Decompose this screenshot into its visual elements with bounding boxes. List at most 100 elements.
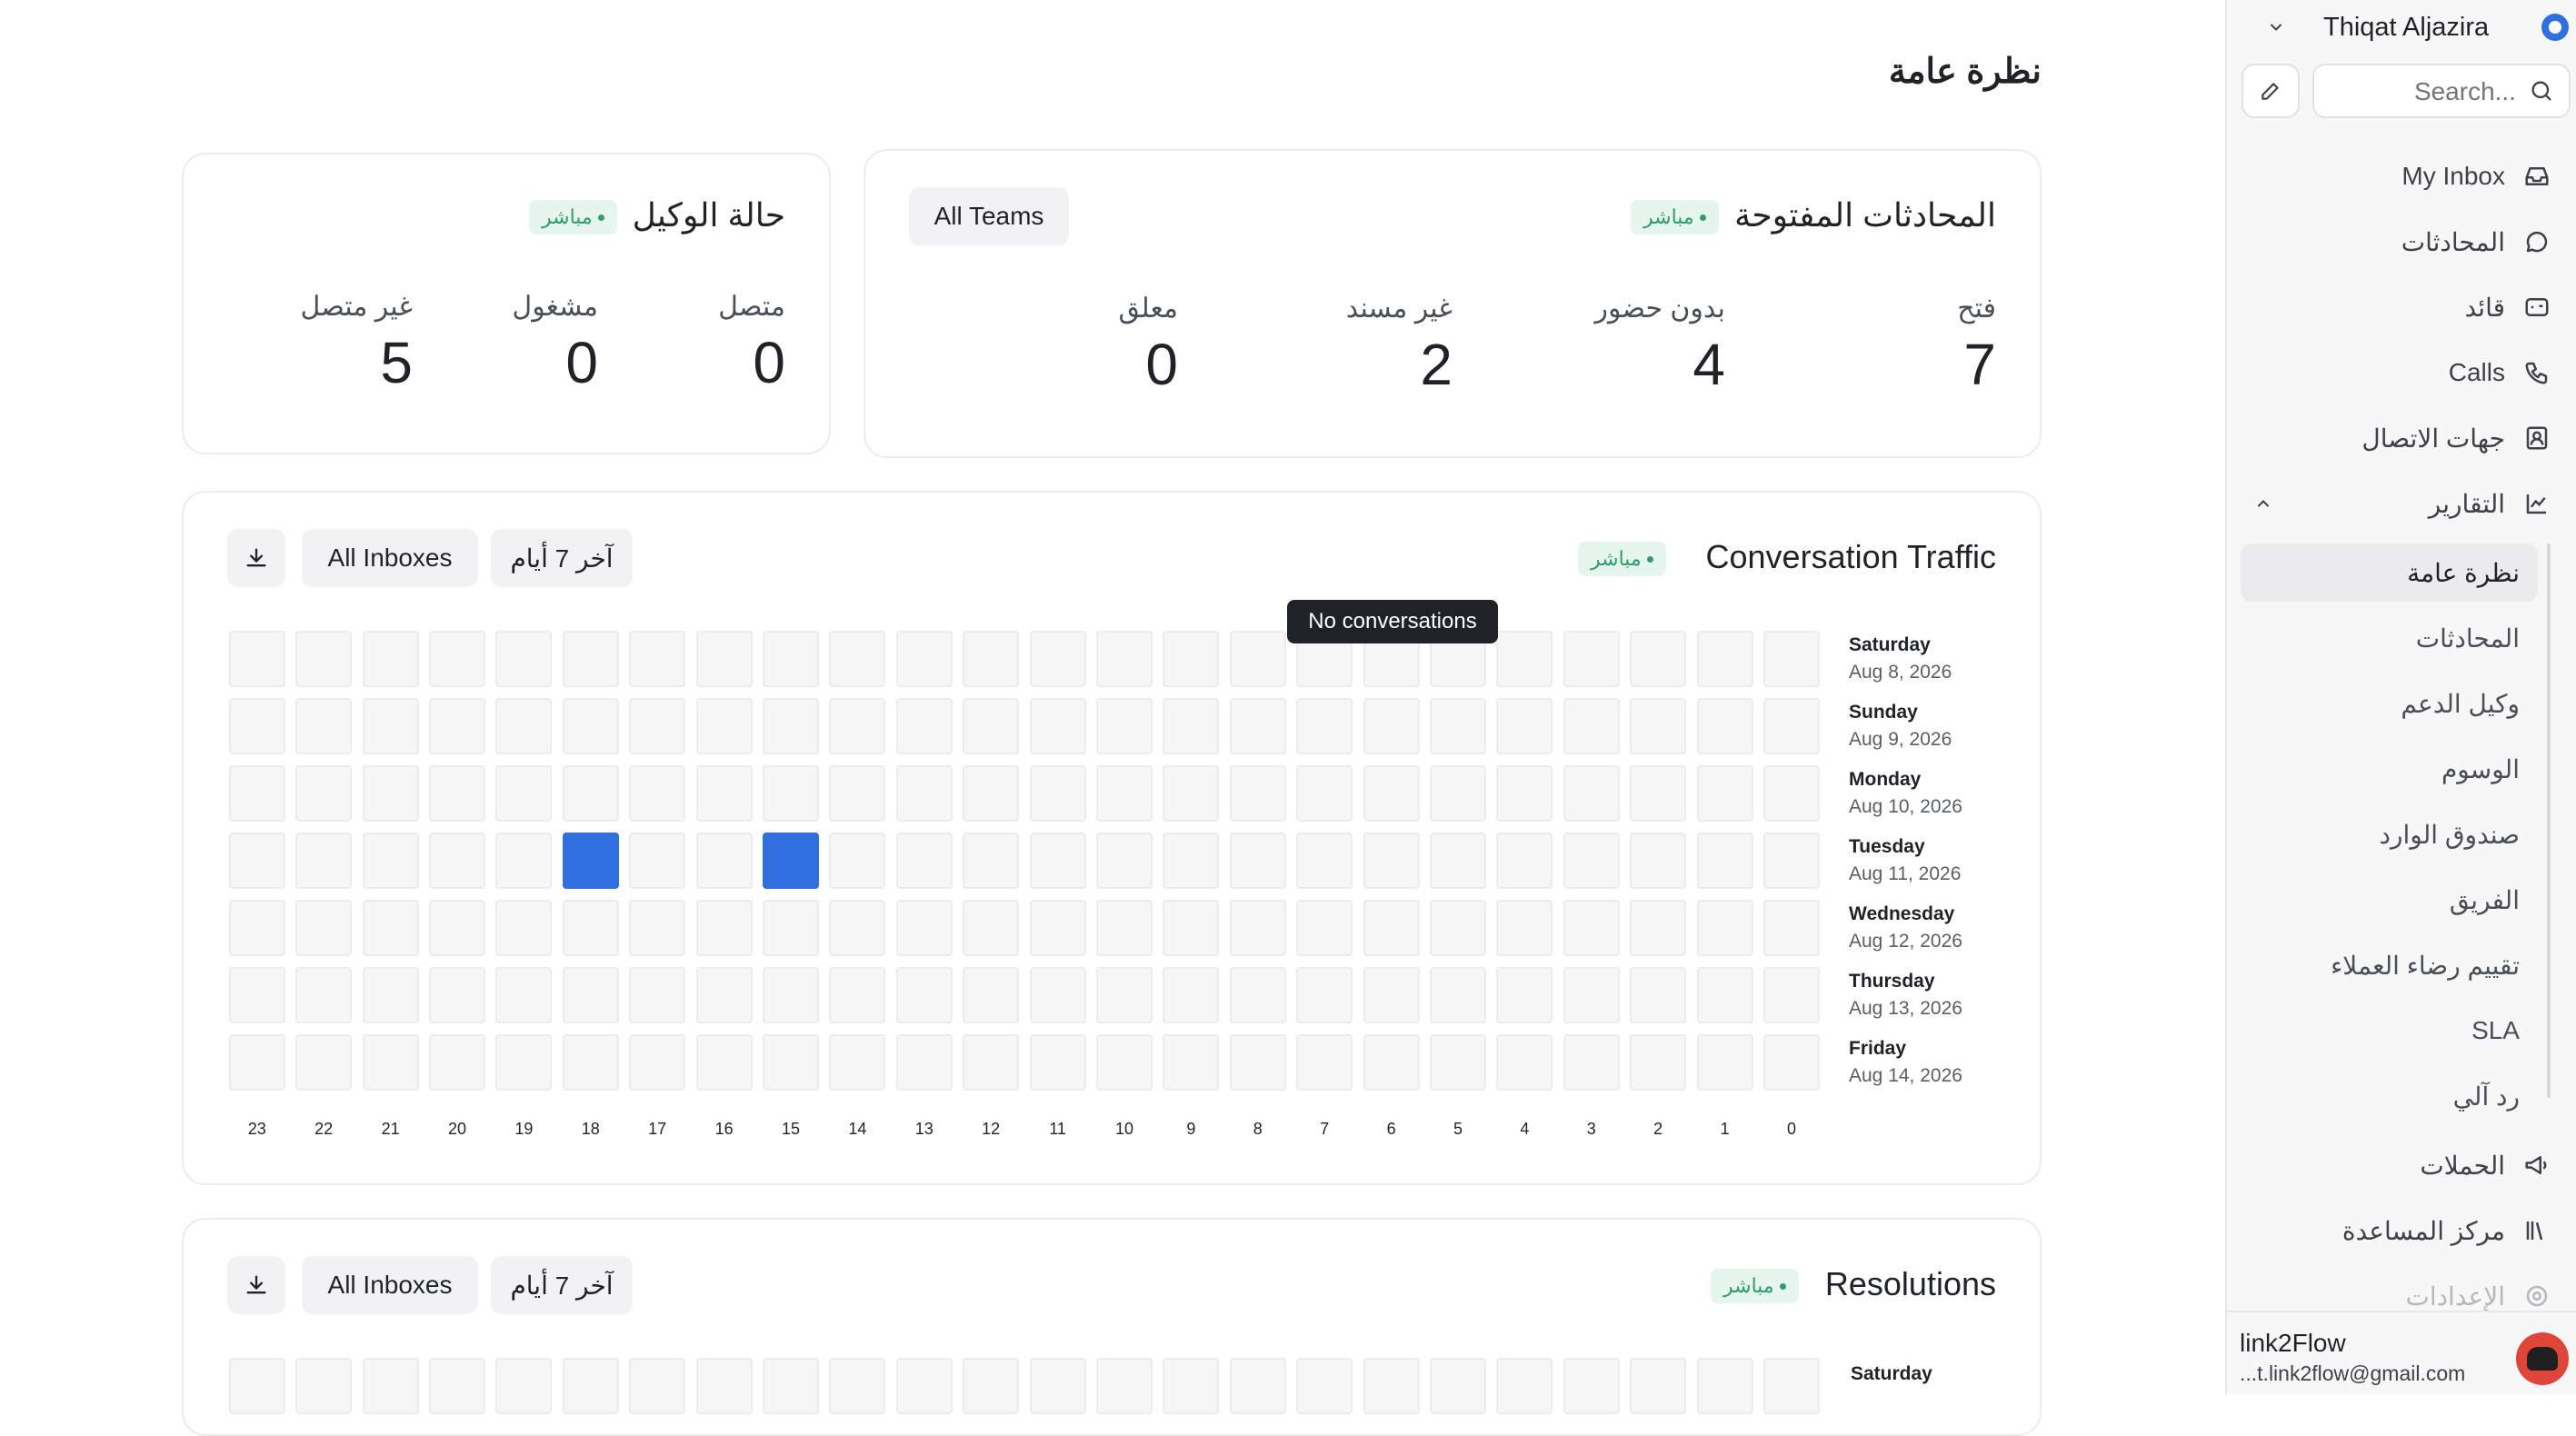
heatmap-cell[interactable] xyxy=(1630,1034,1687,1091)
search-input[interactable] xyxy=(2327,75,2518,109)
heatmap-cell[interactable] xyxy=(1296,900,1353,956)
reports-sub-item[interactable]: الفريق xyxy=(2450,873,2520,927)
heatmap-cell[interactable] xyxy=(1630,900,1687,956)
heatmap-cell[interactable] xyxy=(1096,900,1153,956)
heatmap-cell[interactable] xyxy=(1363,967,1420,1023)
heatmap-cell[interactable] xyxy=(629,1034,686,1091)
heatmap-cell[interactable] xyxy=(429,900,485,956)
heatmap-cell[interactable] xyxy=(1696,631,1753,687)
download-button[interactable] xyxy=(227,529,285,587)
heatmap-cell[interactable] xyxy=(495,967,553,1023)
heatmap-cell[interactable] xyxy=(1563,631,1620,687)
heatmap-cell[interactable] xyxy=(1496,967,1553,1023)
heatmap-cell[interactable] xyxy=(1630,967,1687,1023)
heatmap-cell[interactable] xyxy=(228,900,285,956)
heatmap-cell[interactable] xyxy=(1430,1034,1486,1091)
heatmap-cell[interactable] xyxy=(763,698,819,754)
heatmap-cell[interactable] xyxy=(895,967,953,1023)
date-range-dropdown[interactable]: آخر 7 أيام xyxy=(491,1256,633,1314)
reports-sub-item[interactable]: تقييم رضاء العملاء xyxy=(2331,938,2520,992)
download-button[interactable] xyxy=(227,1256,285,1314)
heatmap-cell[interactable] xyxy=(495,1034,553,1091)
heatmap-cell[interactable] xyxy=(362,698,419,754)
account-switcher[interactable]: Thiqat Aljazira xyxy=(2245,7,2569,47)
heatmap-cell[interactable] xyxy=(362,631,419,687)
heatmap-cell[interactable] xyxy=(1363,1034,1420,1091)
heatmap-cell[interactable] xyxy=(1630,833,1687,889)
heatmap-cell[interactable] xyxy=(695,1034,753,1091)
nav-help-center[interactable]: مركز المساعدة xyxy=(2342,1203,2552,1258)
heatmap-cell[interactable] xyxy=(1763,1358,1820,1414)
heatmap-cell[interactable] xyxy=(1229,631,1286,687)
heatmap-cell[interactable] xyxy=(1229,833,1286,889)
heatmap-cell[interactable] xyxy=(1563,1358,1620,1414)
heatmap-cell[interactable] xyxy=(228,631,285,687)
heatmap-cell[interactable] xyxy=(1029,698,1086,754)
heatmap-cell[interactable] xyxy=(1363,833,1420,889)
heatmap-cell[interactable] xyxy=(1296,1358,1353,1414)
heatmap-cell[interactable] xyxy=(429,1358,485,1414)
heatmap-cell[interactable] xyxy=(895,698,953,754)
heatmap-cell[interactable] xyxy=(295,698,353,754)
heatmap-cell[interactable] xyxy=(895,900,953,956)
heatmap-cell[interactable] xyxy=(1029,631,1086,687)
heatmap-cell[interactable] xyxy=(1229,1358,1286,1414)
heatmap-cell[interactable] xyxy=(295,967,353,1023)
heatmap-cell[interactable] xyxy=(963,900,1020,956)
heatmap-cell[interactable] xyxy=(963,1358,1020,1414)
heatmap-cell[interactable] xyxy=(629,967,686,1023)
heatmap-cell[interactable] xyxy=(562,1034,619,1091)
heatmap-cell[interactable] xyxy=(829,765,886,822)
heatmap-cell[interactable] xyxy=(429,765,485,822)
heatmap-cell[interactable] xyxy=(1630,1358,1687,1414)
heatmap-cell[interactable] xyxy=(1096,765,1153,822)
heatmap-cell[interactable] xyxy=(1096,1034,1153,1091)
heatmap-cell[interactable] xyxy=(1763,765,1820,822)
heatmap-cell[interactable] xyxy=(629,631,686,687)
heatmap-cell[interactable] xyxy=(1363,1358,1420,1414)
heatmap-cell[interactable] xyxy=(362,1034,419,1091)
heatmap-cell[interactable] xyxy=(228,698,285,754)
heatmap-cell[interactable] xyxy=(763,1358,819,1414)
heatmap-cell[interactable] xyxy=(495,1358,553,1414)
heatmap-cell[interactable] xyxy=(1029,833,1086,889)
heatmap-cell[interactable] xyxy=(1696,1358,1753,1414)
heatmap-cell[interactable] xyxy=(963,765,1020,822)
heatmap-cell[interactable] xyxy=(1563,967,1620,1023)
heatmap-cell[interactable] xyxy=(1696,967,1753,1023)
heatmap-cell[interactable] xyxy=(829,631,886,687)
reports-sub-item[interactable]: الوسوم xyxy=(2441,742,2520,796)
heatmap-cell[interactable] xyxy=(1430,698,1486,754)
heatmap-cell[interactable] xyxy=(1696,765,1753,822)
heatmap-cell[interactable] xyxy=(1363,698,1420,754)
heatmap-cell[interactable] xyxy=(562,900,619,956)
heatmap-cell[interactable] xyxy=(1696,698,1753,754)
heatmap-cell[interactable] xyxy=(1763,698,1820,754)
heatmap-cell[interactable] xyxy=(1296,833,1353,889)
heatmap-cell[interactable] xyxy=(429,967,485,1023)
heatmap-cell[interactable] xyxy=(763,631,819,687)
heatmap-cell[interactable] xyxy=(629,1358,686,1414)
heatmap-cell[interactable] xyxy=(1163,1358,1220,1414)
heatmap-cell[interactable] xyxy=(763,900,819,956)
heatmap-cell[interactable] xyxy=(695,698,753,754)
nav-conversations[interactable]: المحادثات xyxy=(2401,214,2552,269)
heatmap-cell[interactable] xyxy=(829,1358,886,1414)
heatmap-cell[interactable] xyxy=(1496,900,1553,956)
heatmap-cell[interactable] xyxy=(228,765,285,822)
reports-sub-item[interactable]: رد آلي xyxy=(2453,1069,2520,1123)
heatmap-cell[interactable] xyxy=(1763,631,1820,687)
heatmap-cell[interactable] xyxy=(495,698,553,754)
heatmap-cell[interactable] xyxy=(1496,698,1553,754)
heatmap-cell[interactable] xyxy=(562,631,619,687)
heatmap-cell[interactable] xyxy=(1563,900,1620,956)
heatmap-cell[interactable] xyxy=(1430,833,1486,889)
heatmap-cell[interactable] xyxy=(1229,900,1286,956)
reports-sub-item[interactable]: نظرة عامة xyxy=(2407,545,2520,600)
heatmap-cell[interactable] xyxy=(695,833,753,889)
heatmap-cell[interactable] xyxy=(629,765,686,822)
heatmap-cell[interactable] xyxy=(1163,967,1220,1023)
heatmap-cell[interactable] xyxy=(1163,631,1220,687)
heatmap-cell[interactable] xyxy=(495,833,553,889)
heatmap-cell[interactable] xyxy=(695,900,753,956)
